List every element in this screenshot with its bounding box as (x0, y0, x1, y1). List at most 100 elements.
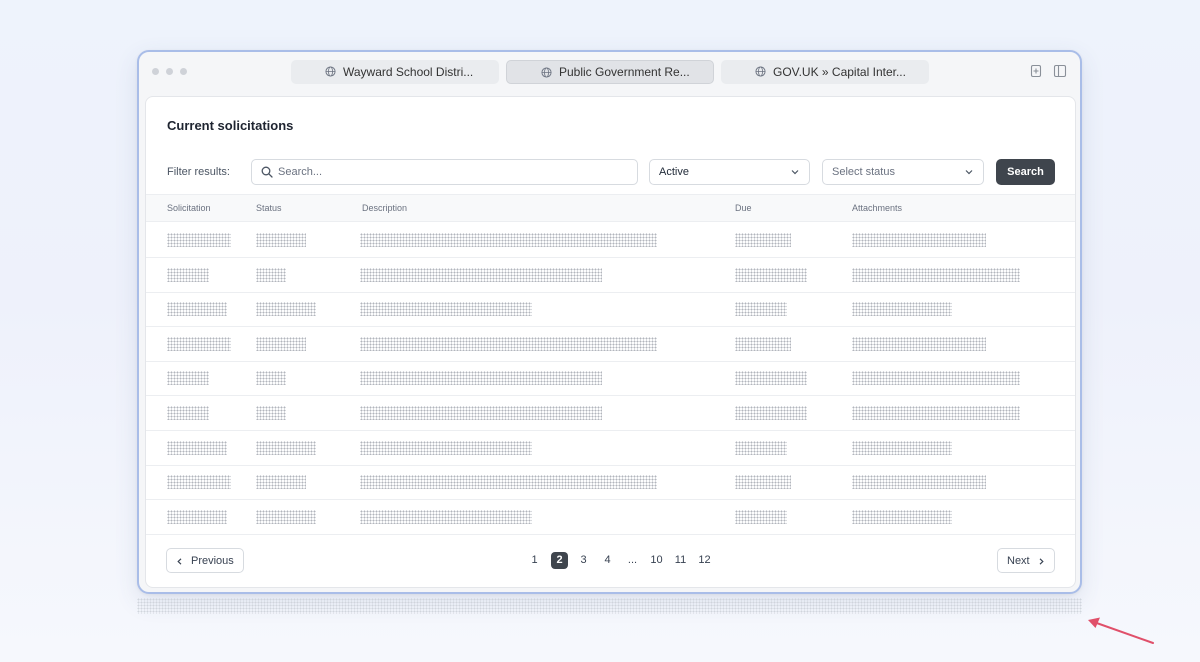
cell-attachments[interactable] (852, 475, 986, 490)
chevron-right-icon (1039, 558, 1044, 565)
cell-attachments[interactable] (852, 302, 952, 317)
table-header: Solicitation Status Description Due Atta… (146, 194, 1075, 222)
cell-status (256, 406, 286, 420)
cell-status (256, 509, 316, 524)
cell-solicitation[interactable] (167, 267, 209, 282)
page-number[interactable]: 10 (648, 552, 665, 569)
cell-description (360, 233, 657, 247)
table-row[interactable] (146, 500, 1075, 535)
search-box[interactable] (251, 159, 638, 185)
column-header-description[interactable]: Description (362, 203, 407, 213)
cell-attachments[interactable] (852, 406, 1020, 420)
new-tab-icon[interactable] (1029, 64, 1043, 78)
cell-attachments[interactable] (852, 371, 1020, 386)
chevron-left-icon (177, 558, 182, 565)
cell-solicitation[interactable] (167, 509, 227, 524)
window-control-dot[interactable] (166, 68, 173, 75)
browser-tab-2[interactable]: Public Government Re... (506, 60, 714, 84)
chevron-down-icon (791, 170, 799, 175)
sidebar-toggle-icon[interactable] (1053, 64, 1067, 78)
cell-due (735, 475, 791, 490)
cell-solicitation[interactable] (167, 475, 231, 490)
cell-due (735, 440, 787, 455)
tab-title: GOV.UK » Capital Inter... (773, 65, 906, 79)
cell-attachments[interactable] (852, 267, 1020, 282)
cell-status (256, 440, 316, 455)
globe-icon (755, 66, 766, 77)
cell-due (735, 302, 787, 317)
cell-solicitation[interactable] (167, 336, 231, 351)
chevron-down-icon (965, 170, 973, 175)
cell-due (735, 267, 807, 282)
globe-icon (325, 66, 336, 77)
cell-attachments[interactable] (852, 336, 986, 351)
tab-title: Public Government Re... (559, 65, 690, 79)
table-row[interactable] (146, 396, 1075, 431)
column-header-attachments[interactable]: Attachments (852, 203, 902, 213)
cell-solicitation[interactable] (167, 440, 227, 455)
cell-description (360, 509, 532, 524)
page-number[interactable]: 4 (599, 552, 616, 569)
page-number[interactable]: 1 (526, 552, 543, 569)
cell-due (735, 336, 791, 351)
filter-select-value: Active (659, 166, 689, 178)
cell-description (360, 302, 532, 317)
cell-attachments[interactable] (852, 509, 952, 524)
search-icon (261, 166, 273, 178)
window-reflection (137, 598, 1082, 614)
page-number[interactable]: 12 (696, 552, 713, 569)
cell-due (735, 371, 807, 386)
page-number[interactable]: 11 (672, 552, 689, 569)
browser-window: Wayward School Distri... Public Governme… (137, 50, 1082, 594)
page-ellipsis: ... (627, 554, 638, 566)
status-select[interactable]: Select status (822, 159, 984, 185)
next-label: Next (1007, 554, 1030, 567)
browser-tab-1[interactable]: Wayward School Distri... (291, 60, 499, 84)
tab-title: Wayward School Distri... (343, 65, 474, 79)
globe-icon (541, 67, 552, 78)
table-row[interactable] (146, 223, 1075, 258)
cell-attachments[interactable] (852, 440, 952, 455)
window-control-dot[interactable] (180, 68, 187, 75)
filter-select[interactable]: Active (649, 159, 810, 185)
next-button[interactable]: Next (997, 548, 1055, 573)
cell-due (735, 233, 791, 247)
table-row[interactable] (146, 431, 1075, 466)
cell-due (735, 406, 807, 420)
window-control-dot[interactable] (152, 68, 159, 75)
cell-solicitation[interactable] (167, 406, 209, 420)
cell-status (256, 302, 316, 317)
previous-button[interactable]: Previous (166, 548, 244, 573)
cell-status (256, 475, 306, 490)
table-row[interactable] (146, 361, 1075, 397)
search-input[interactable] (278, 163, 628, 181)
cell-solicitation[interactable] (167, 233, 231, 247)
cell-due (735, 509, 787, 524)
page-content: Current solicitations Filter results: Ac… (145, 96, 1076, 588)
search-button[interactable]: Search (996, 159, 1055, 185)
browser-tab-3[interactable]: GOV.UK » Capital Inter... (721, 60, 929, 84)
cell-status (256, 267, 286, 282)
cell-solicitation[interactable] (167, 302, 227, 317)
cell-description (360, 440, 532, 455)
cell-description (360, 406, 602, 420)
table-row[interactable] (146, 292, 1075, 328)
cell-solicitation[interactable] (167, 371, 209, 386)
annotation-arrow-icon (1088, 617, 1154, 644)
table-row[interactable] (146, 327, 1075, 362)
cell-description (360, 336, 657, 351)
cell-description (360, 267, 602, 282)
column-header-due[interactable]: Due (735, 203, 752, 213)
table-row[interactable] (146, 465, 1075, 501)
column-header-solicitation[interactable]: Solicitation (167, 203, 211, 213)
page-number[interactable]: 2 (551, 552, 568, 569)
table-row[interactable] (146, 258, 1075, 293)
cell-description (360, 475, 657, 490)
status-select-placeholder: Select status (832, 166, 895, 178)
page-title: Current solicitations (167, 118, 294, 133)
page-number[interactable]: 3 (575, 552, 592, 569)
column-header-status[interactable]: Status (256, 203, 282, 213)
cell-status (256, 233, 306, 247)
browser-titlebar: Wayward School Distri... Public Governme… (139, 52, 1080, 92)
cell-attachments[interactable] (852, 233, 986, 247)
